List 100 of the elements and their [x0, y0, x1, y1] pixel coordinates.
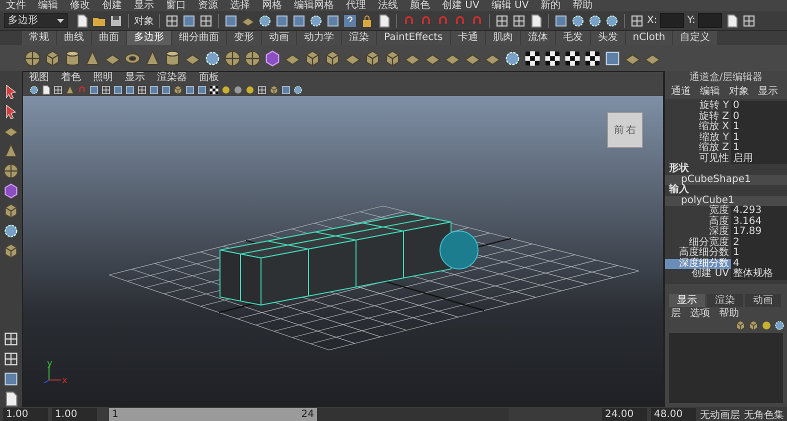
- lock-icon[interactable]: [360, 14, 374, 28]
- grid-icon[interactable]: [3, 331, 19, 347]
- grid-icon[interactable]: [512, 14, 526, 28]
- square-icon[interactable]: [125, 85, 135, 95]
- square-icon[interactable]: [292, 14, 306, 28]
- character-set-dropdown[interactable]: 无角色集: [744, 408, 784, 421]
- sphere-icon[interactable]: [224, 50, 241, 66]
- channel-menu-item[interactable]: 编辑: [700, 85, 720, 99]
- channel-value[interactable]: 整体规格: [731, 269, 787, 280]
- start-time-field[interactable]: 1.00: [3, 408, 48, 421]
- menu-item[interactable]: 编辑网格: [294, 0, 334, 11]
- shelf-tab[interactable]: 肌肉: [486, 31, 520, 45]
- grid-icon[interactable]: [137, 85, 147, 95]
- panel-menu-item[interactable]: 照明: [93, 72, 113, 84]
- shelf-tab[interactable]: PaintEffects: [377, 31, 450, 45]
- animation-layer-dropdown[interactable]: 无动画层: [700, 408, 740, 421]
- menu-item[interactable]: 显示: [134, 0, 154, 11]
- panel-menu-item[interactable]: 视图: [29, 72, 49, 84]
- end-time-field[interactable]: 48.00: [651, 408, 696, 421]
- channel-value[interactable]: 0: [731, 112, 787, 122]
- menu-item[interactable]: 法线: [378, 0, 398, 11]
- shelf-tab[interactable]: 渲染: [342, 31, 376, 45]
- shelf-tab[interactable]: 自定义: [673, 31, 718, 45]
- help-icon[interactable]: [343, 14, 357, 28]
- cube-icon[interactable]: [173, 85, 183, 95]
- sphere-icon[interactable]: [244, 50, 261, 66]
- cone-icon[interactable]: [144, 50, 161, 66]
- layer-tab[interactable]: 显示: [669, 294, 705, 306]
- channel-value[interactable]: 1: [731, 132, 787, 143]
- square-icon[interactable]: [197, 85, 207, 95]
- grid-icon[interactable]: [3, 351, 19, 367]
- channel-value[interactable]: 1: [731, 248, 787, 258]
- cylinder-icon[interactable]: [64, 50, 81, 66]
- panel-menu-item[interactable]: 着色: [61, 72, 81, 84]
- cube-icon[interactable]: [324, 50, 341, 66]
- save-icon[interactable]: [109, 14, 123, 28]
- layer-menu-item[interactable]: 帮助: [719, 306, 739, 320]
- square-icon[interactable]: [326, 14, 340, 28]
- channel-menu-item[interactable]: 对象: [729, 85, 749, 99]
- channel-value[interactable]: 1: [731, 143, 787, 154]
- channel-label[interactable]: 宽度: [665, 206, 731, 216]
- menu-item[interactable]: 选择: [230, 0, 250, 11]
- cube-icon[interactable]: [3, 243, 19, 259]
- gear-icon[interactable]: [588, 14, 602, 28]
- node-name[interactable]: pCubeShape1: [665, 174, 787, 185]
- gear-icon[interactable]: [3, 223, 19, 239]
- range-end-field[interactable]: 24.00: [602, 408, 647, 421]
- gear-icon[interactable]: [293, 85, 303, 95]
- channel-value[interactable]: 启用: [731, 154, 787, 164]
- menu-item[interactable]: 帮助: [572, 0, 593, 11]
- square-icon[interactable]: [604, 50, 621, 66]
- shelf-tab[interactable]: 动画: [262, 31, 296, 45]
- cone-icon[interactable]: [84, 50, 101, 66]
- cylinder-icon[interactable]: [164, 50, 181, 66]
- grid-icon[interactable]: [101, 85, 111, 95]
- shelf-tab[interactable]: 卡通: [450, 31, 485, 45]
- node-name[interactable]: polyCube1: [665, 196, 787, 206]
- cube-icon[interactable]: [44, 50, 61, 66]
- y-field[interactable]: [698, 13, 722, 28]
- cube-icon[interactable]: [3, 183, 19, 199]
- channel-value[interactable]: 0: [731, 101, 787, 112]
- channel-label[interactable]: 高度细分数: [665, 248, 731, 258]
- grid-icon[interactable]: [199, 14, 213, 28]
- channel-label[interactable]: 旋转 Y: [665, 101, 731, 112]
- range-start-field[interactable]: 1.00: [52, 408, 97, 421]
- square-icon[interactable]: [3, 371, 19, 387]
- square-icon[interactable]: [161, 85, 171, 95]
- checker-icon[interactable]: [564, 50, 581, 66]
- panel-menu-item[interactable]: 显示: [125, 72, 145, 84]
- new-file-icon[interactable]: [725, 14, 740, 28]
- ball-icon[interactable]: [761, 320, 772, 330]
- shelf-tab[interactable]: 动力学: [297, 31, 341, 45]
- channel-label[interactable]: 缩放 X: [665, 122, 731, 132]
- channel-label[interactable]: 高度: [665, 216, 731, 227]
- grid-icon[interactable]: [630, 14, 644, 28]
- menu-item[interactable]: 修改: [70, 0, 90, 11]
- gear-icon[interactable]: [309, 14, 323, 28]
- shelf-tab[interactable]: 流体: [520, 31, 555, 45]
- cube-icon[interactable]: [364, 50, 381, 66]
- cube-icon[interactable]: [269, 85, 279, 95]
- shelf-tab[interactable]: nCloth: [626, 31, 672, 45]
- square-icon[interactable]: [554, 14, 568, 28]
- shelf-tab[interactable]: 常规: [22, 31, 56, 45]
- gear-icon[interactable]: [504, 50, 521, 66]
- square-icon[interactable]: [89, 85, 99, 95]
- square-icon[interactable]: [275, 14, 289, 28]
- layer-menu-item[interactable]: 选项: [690, 306, 710, 320]
- new-file-icon[interactable]: [529, 14, 543, 28]
- gear-icon[interactable]: [774, 320, 785, 330]
- checker-icon[interactable]: [584, 50, 601, 66]
- layer-tab[interactable]: 渲染: [707, 294, 743, 306]
- shelf-tab[interactable]: 细分曲面: [172, 31, 226, 45]
- square-icon[interactable]: [281, 85, 291, 95]
- cube-icon[interactable]: [264, 50, 281, 66]
- cube-icon[interactable]: [735, 320, 746, 330]
- channel-label[interactable]: 细分宽度: [665, 238, 731, 248]
- menu-item[interactable]: 编辑 UV: [491, 0, 529, 11]
- square-icon[interactable]: [149, 85, 159, 95]
- grid-icon[interactable]: [742, 14, 756, 28]
- square-icon[interactable]: [182, 14, 196, 28]
